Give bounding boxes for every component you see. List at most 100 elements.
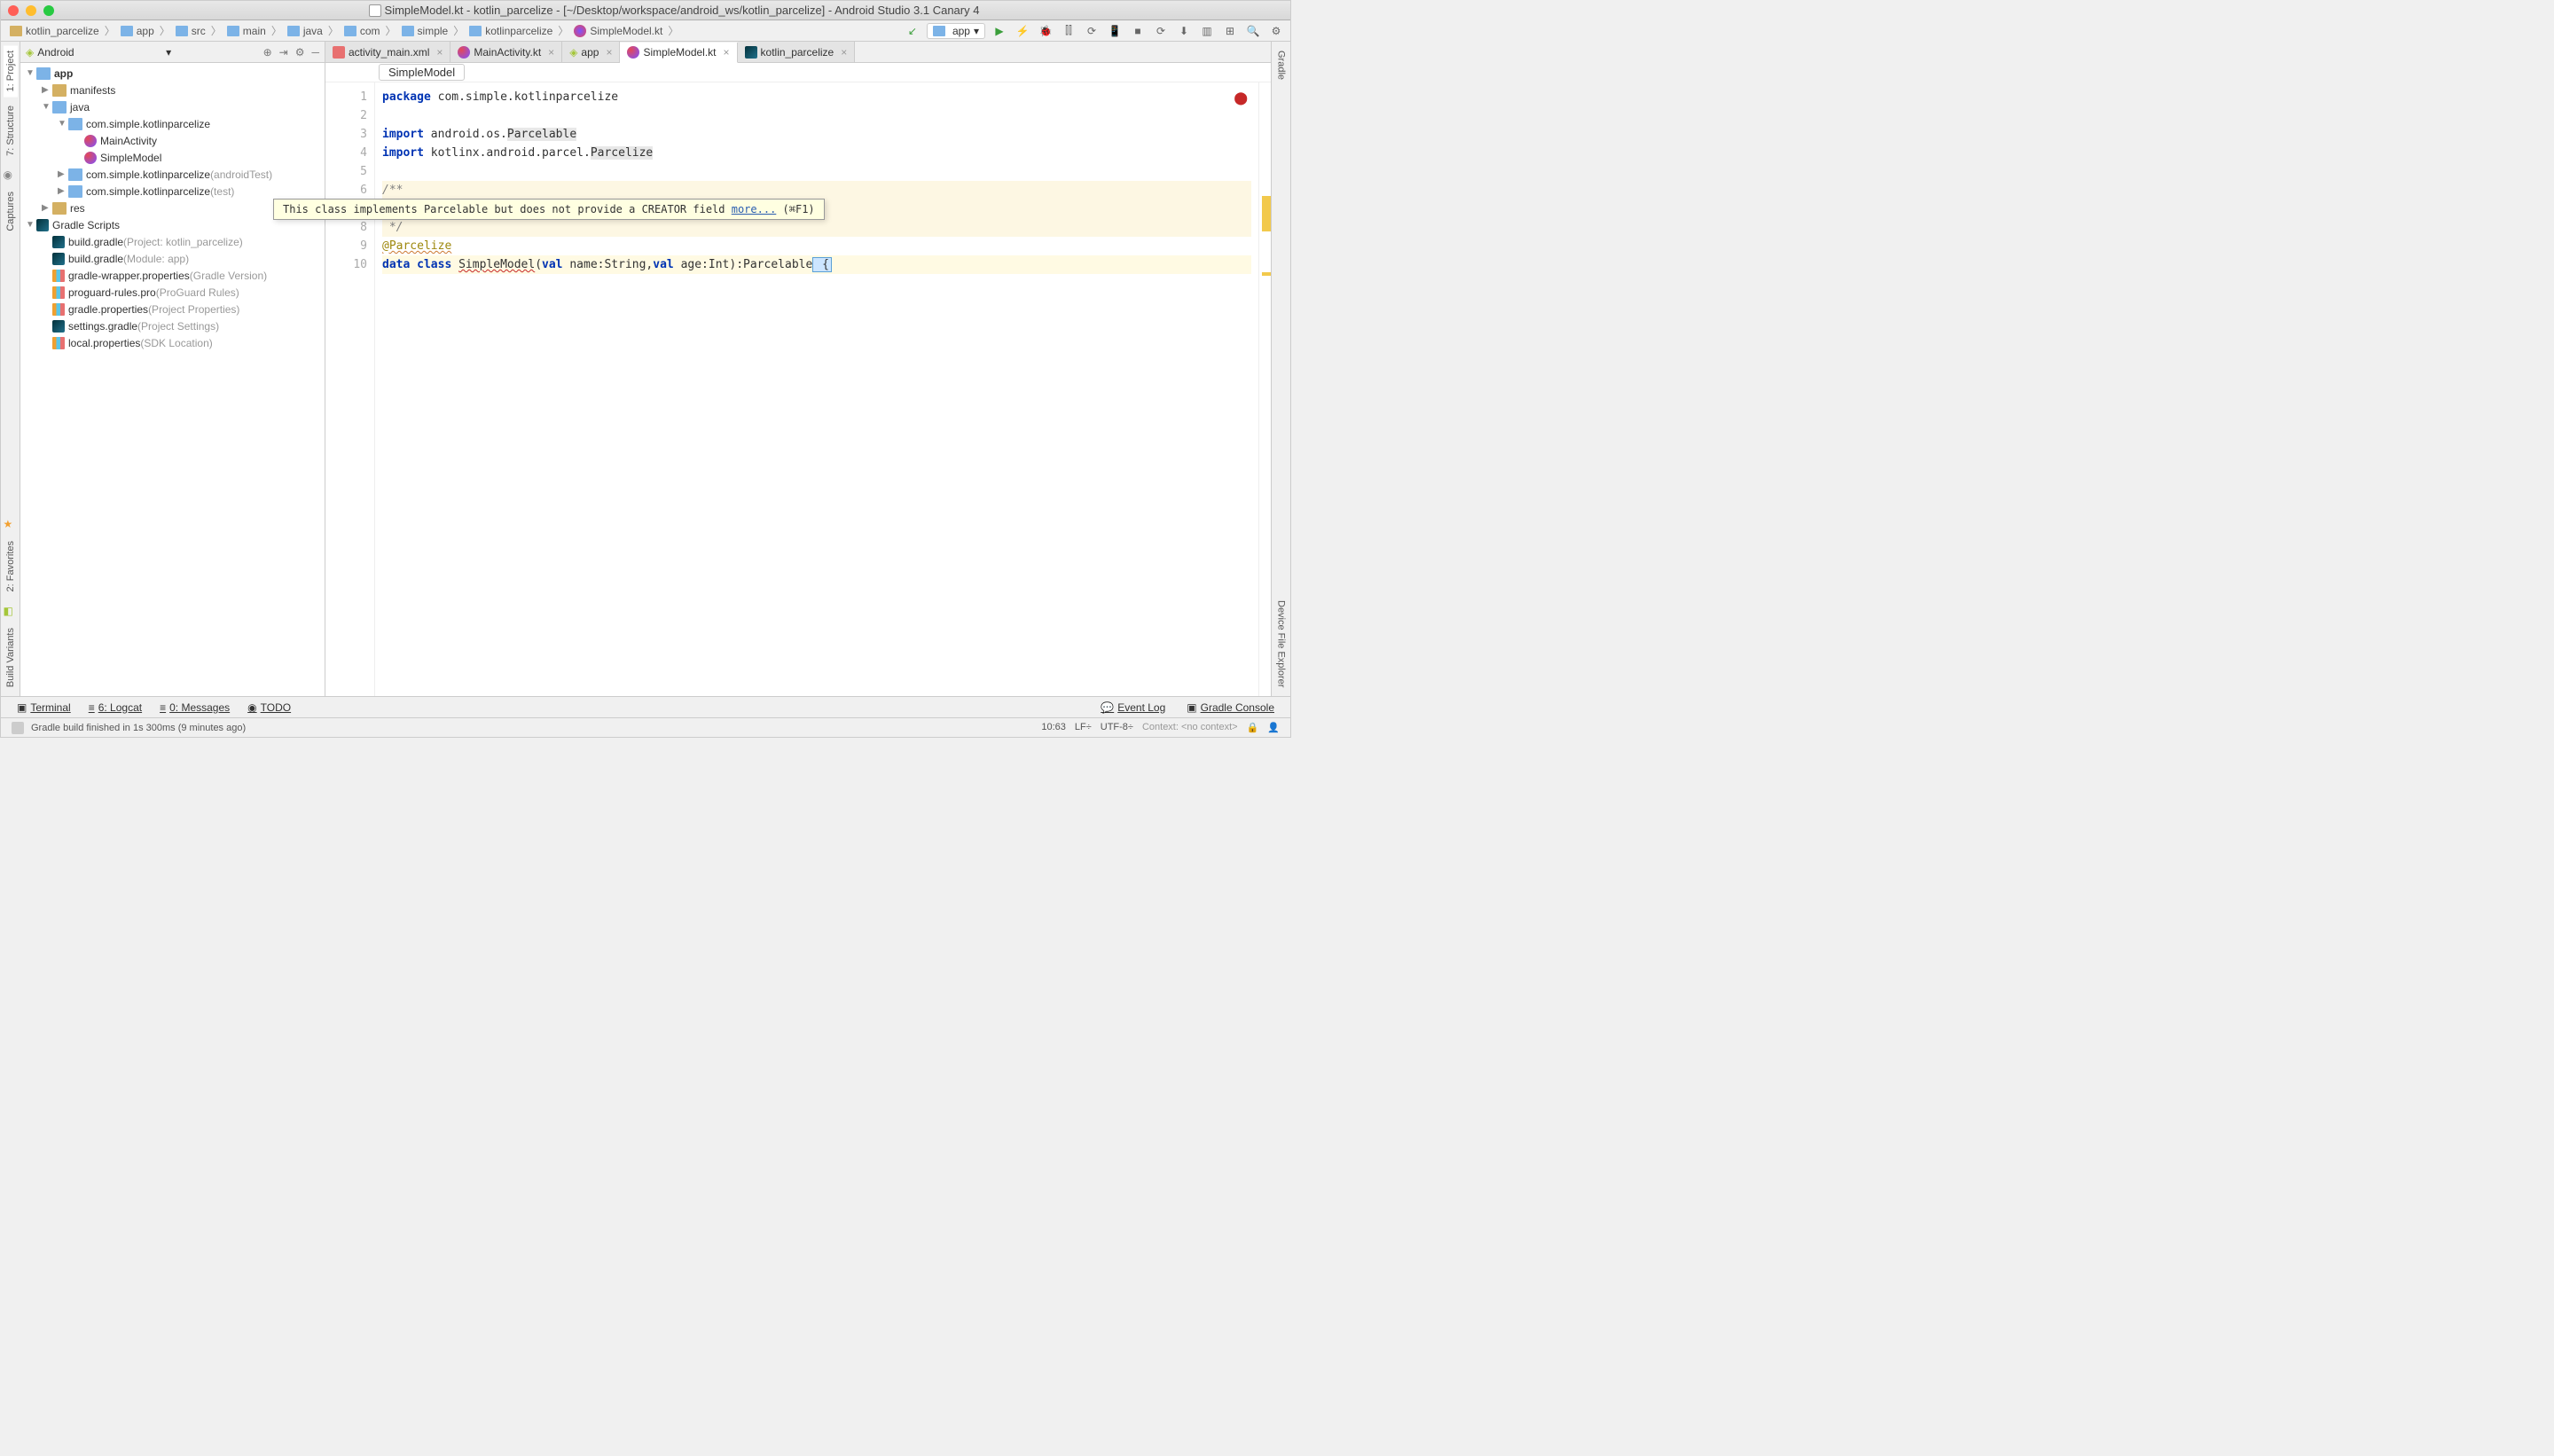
syntax-error-icon[interactable]: ⬤ [1234,90,1248,108]
run-config-selector[interactable]: app ▾ [927,23,985,39]
tree-node-package[interactable]: ▼com.simple.kotlinparcelize [20,115,325,132]
tree-file-proguard[interactable]: proguard-rules.pro (ProGuard Rules) [20,284,325,301]
line-separator[interactable]: LF÷ [1075,722,1092,733]
editor-tab-main-activity[interactable]: MainActivity.kt× [450,42,562,62]
layout-inspector-icon[interactable]: ⊞ [1221,22,1239,40]
close-icon[interactable]: × [724,46,730,59]
lock-icon[interactable]: 🔒 [1247,722,1259,733]
package-icon [68,118,82,130]
folder-icon [933,26,945,36]
properties-file-icon [52,303,65,316]
locate-icon[interactable]: ⊕ [263,46,272,59]
breadcrumb-item[interactable]: kotlin_parcelize [6,25,103,37]
minimize-icon[interactable] [26,5,36,16]
logcat-tab[interactable]: ≡6: Logcat [80,701,151,714]
warning-marker[interactable] [1262,272,1271,276]
favorites-star-icon[interactable]: ★ [4,518,18,532]
breadcrumb-item[interactable]: main [223,25,270,37]
breadcrumb-item[interactable]: kotlinparcelize [466,25,556,37]
tree-file-simplemodel[interactable]: SimpleModel [20,149,325,166]
todo-tab[interactable]: ◉TODO [239,701,300,714]
tree-file-settings-gradle[interactable]: settings.gradle (Project Settings) [20,317,325,334]
tree-node-package-test[interactable]: ▶com.simple.kotlinparcelize (test) [20,183,325,200]
encoding[interactable]: UTF-8÷ [1101,722,1133,733]
close-icon[interactable]: × [548,46,554,59]
editor-tab-activity-main[interactable]: activity_main.xml× [325,42,450,62]
build-variants-tab[interactable]: Build Variants [4,622,18,693]
breadcrumb-item[interactable]: com [341,25,384,37]
build-variants-icon[interactable]: ◧ [4,605,18,619]
editor-content[interactable]: 12345678910 package com.simple.kotlinpar… [325,82,1271,696]
editor-breadcrumb-item[interactable]: SimpleModel [379,64,465,81]
properties-file-icon [52,286,65,299]
tree-file-local-props[interactable]: local.properties (SDK Location) [20,334,325,351]
breadcrumb-item[interactable]: java [284,25,326,37]
captures-tab[interactable]: Captures [4,186,18,237]
gradle-file-icon [52,236,65,248]
tree-file-gradle-props[interactable]: gradle.properties (Project Properties) [20,301,325,317]
tree-file-mainactivity[interactable]: MainActivity [20,132,325,149]
tooltip-more-link[interactable]: more... [732,203,777,215]
tree-node-java[interactable]: ▼java [20,98,325,115]
gradle-tab[interactable]: Gradle [1274,45,1289,85]
terminal-tab[interactable]: ▣Terminal [8,701,80,714]
cursor-position[interactable]: 10:63 [1041,722,1066,733]
settings-icon[interactable]: ⚙ [1267,22,1285,40]
status-icon[interactable] [12,722,24,734]
favorites-tab[interactable]: 2: Favorites [4,536,18,597]
collapse-icon[interactable]: ⇥ [279,46,288,59]
profile-icon[interactable]: ⫿⫿ [1060,22,1077,40]
editor-tab-kotlin-parcelize[interactable]: kotlin_parcelize× [738,42,856,62]
sdk-manager-icon[interactable]: ⟳ [1152,22,1170,40]
kotlin-file-icon [458,46,470,59]
tree-node-app[interactable]: ▼app [20,65,325,82]
code-content[interactable]: package com.simple.kotlinparcelize impor… [375,82,1258,696]
hide-icon[interactable]: ─ [311,46,319,59]
close-icon[interactable]: × [606,46,612,59]
gradle-console-tab[interactable]: ▣Gradle Console [1178,701,1283,714]
breadcrumb-item[interactable]: SimpleModel.kt [570,25,666,37]
editor-tab-simple-model[interactable]: SimpleModel.kt× [620,43,737,63]
sync-icon[interactable]: ↙ [904,22,921,40]
breadcrumb-item[interactable]: app [117,25,158,37]
project-tab[interactable]: 1: Project [4,45,18,97]
captures-icon[interactable]: ◉ [4,168,18,183]
traffic-lights [8,5,54,16]
view-selector[interactable]: Android [37,46,74,59]
attach-debugger-icon[interactable]: ⟳ [1083,22,1101,40]
close-icon[interactable]: × [436,46,443,59]
gear-icon[interactable]: ⚙ [295,46,305,59]
search-icon[interactable]: 🔍 [1244,22,1262,40]
maximize-icon[interactable] [43,5,54,16]
tree-file-gradle-wrapper[interactable]: gradle-wrapper.properties (Gradle Versio… [20,267,325,284]
context[interactable]: Context: <no context> [1142,722,1238,733]
debug-icon[interactable]: 🐞 [1037,22,1054,40]
tree-node-manifests[interactable]: ▶manifests [20,82,325,98]
stop-icon[interactable]: ■ [1129,22,1147,40]
warning-marker[interactable] [1262,196,1271,231]
view-dropdown-icon[interactable]: ▾ [166,46,171,59]
close-icon[interactable] [8,5,19,16]
project-structure-icon[interactable]: ▥ [1198,22,1216,40]
device-explorer-tab[interactable]: Device File Explorer [1274,595,1289,693]
tree-file-build-gradle-mod[interactable]: build.gradle (Module: app) [20,250,325,267]
tree-file-build-gradle-proj[interactable]: build.gradle (Project: kotlin_parcelize) [20,233,325,250]
sync-gradle-icon[interactable]: ⬇ [1175,22,1193,40]
project-panel: ◈ Android ▾ ⊕ ⇥ ⚙ ─ ▼app ▶manifests ▼jav… [20,42,325,696]
editor-tab-app[interactable]: ◈app× [562,42,620,62]
close-icon[interactable]: × [841,46,847,59]
terminal-icon: ▣ [17,701,27,714]
package-icon [68,168,82,181]
inspector-icon[interactable]: 👤 [1267,722,1280,733]
run-icon[interactable]: ▶ [991,22,1008,40]
structure-tab[interactable]: 7: Structure [4,100,18,161]
apply-changes-icon[interactable]: ⚡ [1014,22,1031,40]
tree-node-package-androidtest[interactable]: ▶com.simple.kotlinparcelize (androidTest… [20,166,325,183]
breadcrumb-item[interactable]: src [172,25,209,37]
breadcrumb-item[interactable]: simple [398,25,452,37]
messages-tab[interactable]: ≡0: Messages [151,701,239,714]
avd-manager-icon[interactable]: 📱 [1106,22,1124,40]
project-tree: ▼app ▶manifests ▼java ▼com.simple.kotlin… [20,63,325,696]
error-stripe[interactable] [1258,82,1271,696]
event-log-tab[interactable]: 💬Event Log [1092,701,1174,714]
